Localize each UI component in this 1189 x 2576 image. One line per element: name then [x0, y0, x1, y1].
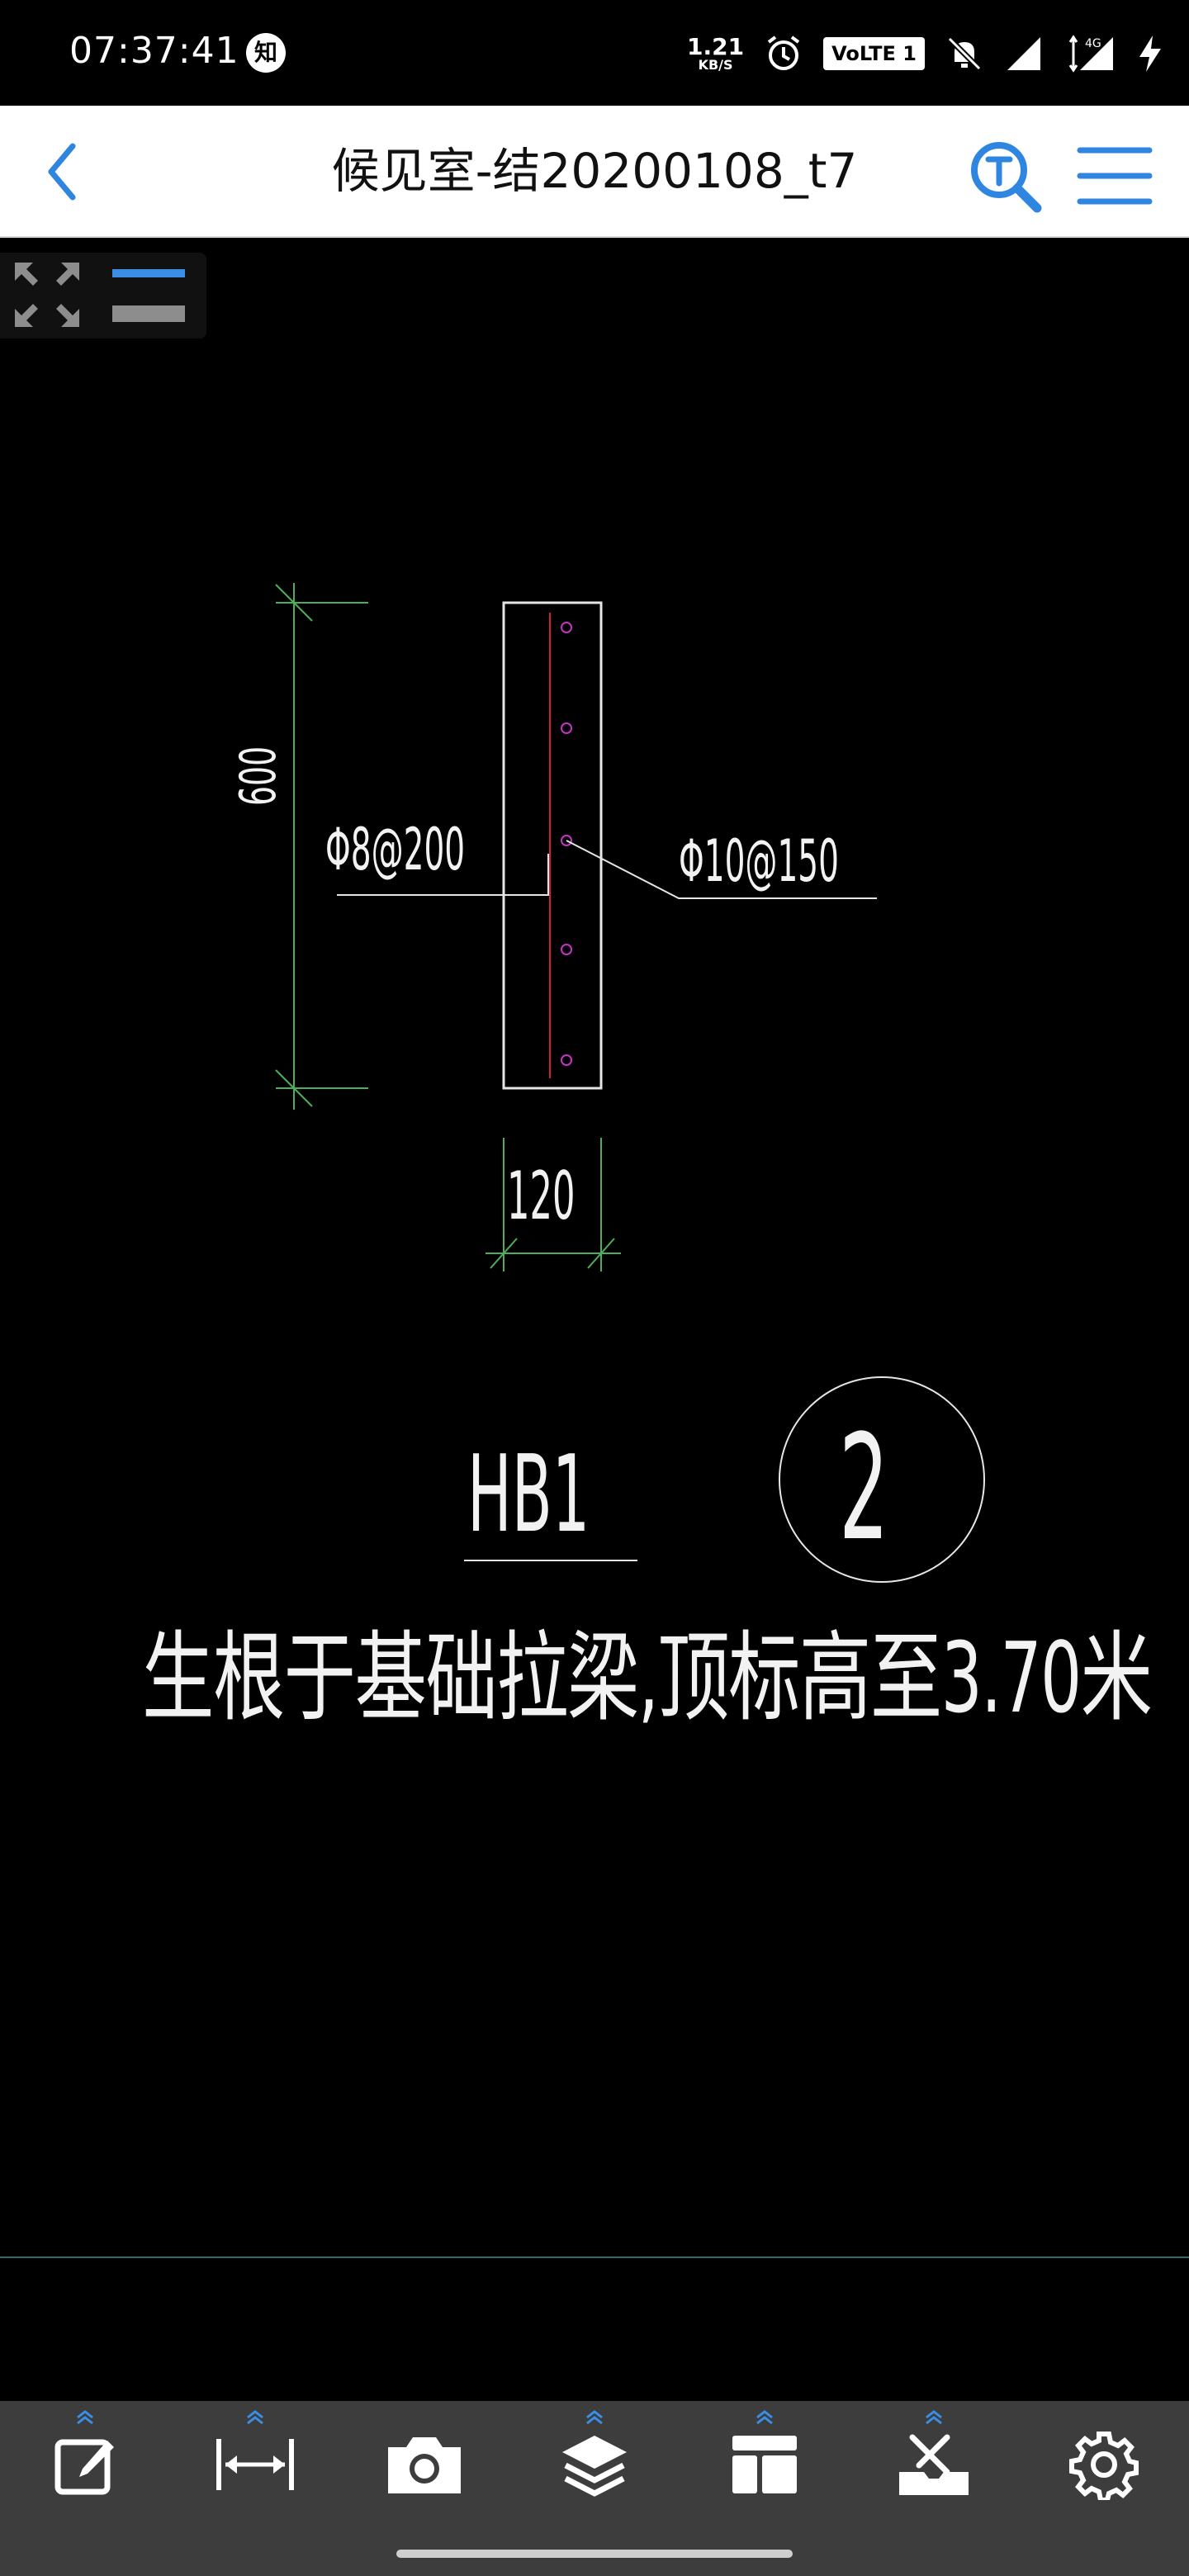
text-search-icon [971, 142, 1042, 213]
status-icons: 1.21 KB/S VoLTE 1 4G [687, 25, 1164, 83]
layout-tool-button[interactable] [680, 2401, 850, 2528]
network-speed: 1.21 KB/S [687, 36, 744, 72]
text-search-button[interactable] [966, 137, 1045, 216]
chevron-up-icon [756, 2410, 773, 2424]
toolbox-icon [899, 2434, 969, 2495]
drawing-note: 生根于基础拉梁,顶标高至3.70米 [142, 1621, 1153, 1735]
chevron-up-icon [586, 2410, 603, 2424]
settings-button[interactable] [1019, 2401, 1189, 2528]
layer-toggle-button[interactable] [109, 263, 188, 329]
chevron-up-icon [246, 2410, 263, 2424]
view-tools-panel [0, 253, 206, 339]
measure-icon [216, 2439, 294, 2490]
expand-arrows-icon [15, 263, 79, 327]
edit-icon [54, 2439, 114, 2495]
chevron-up-icon [926, 2410, 943, 2424]
section-outline [502, 601, 603, 1090]
width-dimension-label: 120 [507, 1158, 576, 1234]
chevron-left-icon [48, 143, 76, 201]
edit-tool-button[interactable] [0, 2401, 170, 2528]
mute-notification-icon [947, 36, 982, 71]
status-time: 07:37:41 [69, 30, 239, 72]
hamburger-menu-icon [1077, 147, 1153, 205]
layer-bars-icon [112, 269, 185, 322]
rebar-points [561, 622, 572, 1066]
system-navigation-bar [0, 2528, 1189, 2576]
zhihu-notification-icon: 知 [246, 33, 286, 73]
member-name-label: HB1 [467, 1433, 590, 1556]
rebar-left-label: Φ8@200 [325, 816, 466, 883]
cad-drawing [0, 583, 1189, 2258]
measure-tool-button[interactable] [170, 2401, 340, 2528]
bottom-toolbar [0, 2401, 1189, 2528]
network-speed-value: 1.21 [687, 33, 745, 60]
layers-icon [562, 2436, 628, 2497]
signal-icon [1007, 37, 1040, 70]
volte-badge: VoLTE 1 [823, 37, 925, 70]
height-dimension-label: 600 [230, 746, 287, 806]
drawing-canvas[interactable]: 600 Φ8@200 Φ10@150 120 HB1 2 生根于基础拉梁,顶标高… [0, 238, 1189, 2401]
chevron-up-icon [76, 2410, 93, 2424]
charging-icon [1139, 36, 1161, 72]
fit-screen-button[interactable] [12, 259, 83, 330]
toolbox-button[interactable] [850, 2401, 1020, 2528]
back-button[interactable] [33, 135, 107, 209]
home-gesture-pill[interactable] [396, 2550, 793, 2558]
status-bar: 07:37:41 知 1.21 KB/S VoLTE 1 4G [0, 0, 1189, 106]
detail-number-label: 2 [839, 1404, 889, 1573]
rebar-right-label: Φ10@150 [679, 827, 839, 895]
camera-icon [388, 2437, 462, 2493]
layers-tool-button[interactable] [509, 2401, 680, 2528]
signal-4g-icon: 4G [1068, 35, 1113, 73]
gear-icon [1069, 2432, 1139, 2500]
camera-tool-button[interactable] [339, 2401, 509, 2528]
layout-icon [732, 2436, 797, 2493]
alarm-icon [767, 36, 800, 70]
net-type-label: 4G [1085, 37, 1101, 50]
menu-button[interactable] [1075, 139, 1154, 213]
network-speed-unit: KB/S [698, 57, 733, 73]
title-bar: 候见室-结20200108_t7 [0, 106, 1189, 238]
